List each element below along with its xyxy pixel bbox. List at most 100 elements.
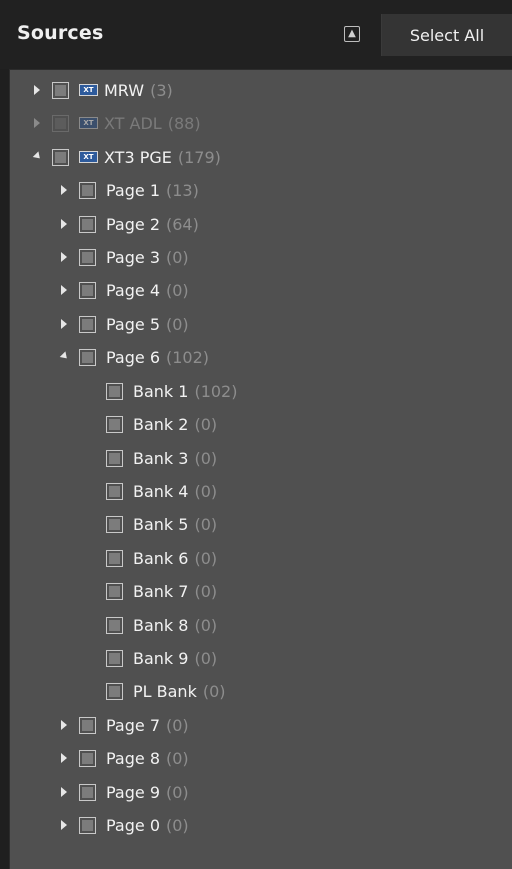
checkbox[interactable] [106, 482, 123, 500]
checkbox[interactable] [106, 515, 123, 533]
expand-arrow-icon[interactable] [57, 785, 71, 799]
select-all-button[interactable]: Select All [381, 14, 512, 56]
tree-item-count: (3) [150, 80, 173, 100]
tree-item-label: Bank 4 [133, 481, 189, 501]
expand-arrow-icon[interactable] [30, 116, 44, 130]
tree-item-mrw[interactable]: XT MRW (3) [30, 74, 173, 106]
checkbox[interactable] [79, 181, 96, 199]
tree-item-count: (102) [166, 347, 210, 367]
sources-tree: XT MRW (3) XT XT ADL (88) XT XT3 PGE (17… [9, 69, 512, 869]
tree-item-label: PL Bank [133, 681, 197, 701]
expand-arrow-icon[interactable] [57, 183, 71, 197]
checkbox[interactable] [52, 81, 69, 99]
tree-item-page[interactable]: Page 2 (64) [57, 208, 199, 240]
tree-item-bank[interactable]: Bank 2 (0) [106, 408, 217, 440]
tree-item-bank[interactable]: Bank 5 (0) [106, 508, 217, 540]
tree-item-count: (0) [166, 715, 189, 735]
tree-item-page[interactable]: Page 1 (13) [57, 174, 199, 206]
tree-item-bank[interactable]: Bank 9 (0) [106, 642, 217, 674]
tree-item-page[interactable]: Page 8 (0) [57, 742, 189, 774]
checkbox[interactable] [79, 716, 96, 734]
tree-item-page[interactable]: Page 7 (0) [57, 709, 189, 741]
tree-item-label: Page 4 [106, 280, 160, 300]
tree-item-page[interactable]: Page 5 (0) [57, 308, 189, 340]
tree-item-bank[interactable]: PL Bank (0) [106, 675, 226, 707]
checkbox[interactable] [106, 682, 123, 700]
tree-item-count: (0) [194, 414, 218, 434]
tree-item-count: (179) [177, 147, 221, 167]
expand-arrow-icon[interactable] [57, 217, 71, 231]
checkbox[interactable] [79, 749, 96, 767]
tree-item-page[interactable]: Page 9 (0) [57, 776, 189, 808]
checkbox[interactable] [52, 114, 69, 132]
tree-item-label: Bank 7 [133, 581, 189, 601]
tree-item-bank[interactable]: Bank 4 (0) [106, 475, 217, 507]
checkbox[interactable] [106, 415, 123, 433]
checkbox[interactable] [79, 315, 96, 333]
collapse-arrow-icon[interactable] [57, 350, 71, 364]
expand-arrow-icon[interactable] [57, 283, 71, 297]
tree-item-count: (0) [194, 448, 218, 468]
checkbox[interactable] [106, 382, 123, 400]
tree-item-count: (64) [166, 214, 199, 234]
tree-item-count: (88) [167, 113, 201, 133]
tree-item-count: (0) [194, 514, 218, 534]
tree-item-label: Page 3 [106, 247, 160, 267]
xt-device-icon: XT [79, 151, 98, 163]
checkbox[interactable] [79, 783, 96, 801]
expand-arrow-icon[interactable] [57, 718, 71, 732]
expand-arrow-icon[interactable] [57, 818, 71, 832]
checkbox[interactable] [79, 215, 96, 233]
tree-item-label: Bank 5 [133, 514, 189, 534]
tree-item-label: Page 0 [106, 815, 160, 835]
tree-item-label: MRW [104, 80, 145, 100]
tree-item-label: Page 8 [106, 748, 160, 768]
tree-item-bank[interactable]: Bank 6 (0) [106, 542, 217, 574]
checkbox[interactable] [79, 248, 96, 266]
checkbox[interactable] [52, 148, 69, 166]
tree-item-label: XT3 PGE [104, 147, 172, 167]
tree-item-page[interactable]: Page 3 (0) [57, 241, 189, 273]
collapse-arrow-icon[interactable] [30, 150, 44, 164]
checkbox[interactable] [106, 616, 123, 634]
expand-arrow-icon[interactable] [30, 83, 44, 97]
checkbox[interactable] [106, 582, 123, 600]
checkbox[interactable] [79, 281, 96, 299]
tree-item-label: Page 7 [106, 715, 160, 735]
tree-item-count: (0) [166, 247, 189, 267]
tree-item-count: (0) [166, 280, 189, 300]
tree-item-label: Bank 2 [133, 414, 189, 434]
tree-item-count: (0) [194, 648, 218, 668]
expand-arrow-icon[interactable] [57, 751, 71, 765]
tree-item-label: Page 5 [106, 314, 160, 334]
xt-device-icon: XT [79, 84, 98, 96]
tree-item-count: (0) [202, 681, 226, 701]
sources-header: Sources ▲ Select All [0, 0, 512, 69]
tree-item-count: (0) [194, 615, 218, 635]
collapse-all-icon[interactable]: ▲ [344, 26, 360, 42]
tree-item-xt3-pge[interactable]: XT XT3 PGE (179) [30, 141, 221, 173]
expand-arrow-icon[interactable] [57, 317, 71, 331]
tree-item-bank[interactable]: Bank 1 (102) [106, 375, 237, 407]
expand-arrow-icon[interactable] [57, 250, 71, 264]
checkbox[interactable] [106, 449, 123, 467]
tree-item-label: Page 9 [106, 782, 160, 802]
tree-item-bank[interactable]: Bank 8 (0) [106, 609, 217, 641]
tree-item-page[interactable]: Page 0 (0) [57, 809, 189, 841]
checkbox[interactable] [79, 816, 96, 834]
tree-item-count: (0) [166, 748, 189, 768]
tree-item-bank[interactable]: Bank 3 (0) [106, 442, 217, 474]
tree-item-page[interactable]: Page 6 (102) [57, 341, 209, 373]
tree-item-page[interactable]: Page 4 (0) [57, 274, 189, 306]
tree-item-count: (0) [166, 314, 189, 334]
checkbox[interactable] [106, 649, 123, 667]
tree-item-xt-adl[interactable]: XT XT ADL (88) [30, 107, 201, 139]
tree-item-label: Page 6 [106, 347, 160, 367]
tree-item-label: Bank 3 [133, 448, 189, 468]
checkbox[interactable] [79, 348, 96, 366]
checkbox[interactable] [106, 549, 123, 567]
tree-item-label: Page 2 [106, 214, 160, 234]
tree-item-count: (102) [194, 381, 238, 401]
tree-item-count: (0) [194, 548, 218, 568]
tree-item-bank[interactable]: Bank 7 (0) [106, 575, 217, 607]
